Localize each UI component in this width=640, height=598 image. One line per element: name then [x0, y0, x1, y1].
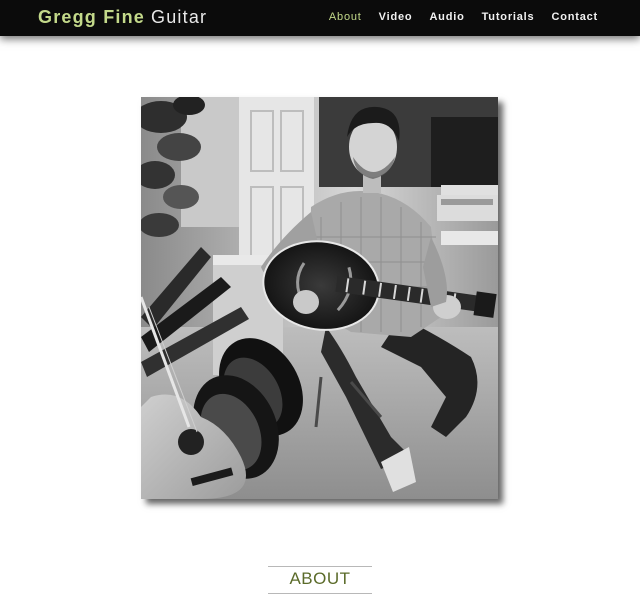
main-nav: About Video Audio Tutorials Contact — [329, 11, 598, 23]
nav-contact[interactable]: Contact — [551, 11, 598, 23]
brand-subtitle: Guitar — [151, 7, 208, 27]
site-logo[interactable]: Gregg Fine Guitar — [38, 7, 207, 28]
about-section-title: ABOUT — [268, 566, 372, 594]
top-navigation-bar: Gregg Fine Guitar About Video Audio Tutor… — [0, 0, 640, 36]
brand-name: Gregg Fine — [38, 7, 146, 27]
hero-photo — [141, 97, 498, 499]
nav-about[interactable]: About — [329, 11, 362, 23]
nav-tutorials[interactable]: Tutorials — [482, 11, 535, 23]
guitarist-photo-illustration — [141, 97, 498, 499]
nav-audio[interactable]: Audio — [429, 11, 464, 23]
nav-video[interactable]: Video — [379, 11, 413, 23]
